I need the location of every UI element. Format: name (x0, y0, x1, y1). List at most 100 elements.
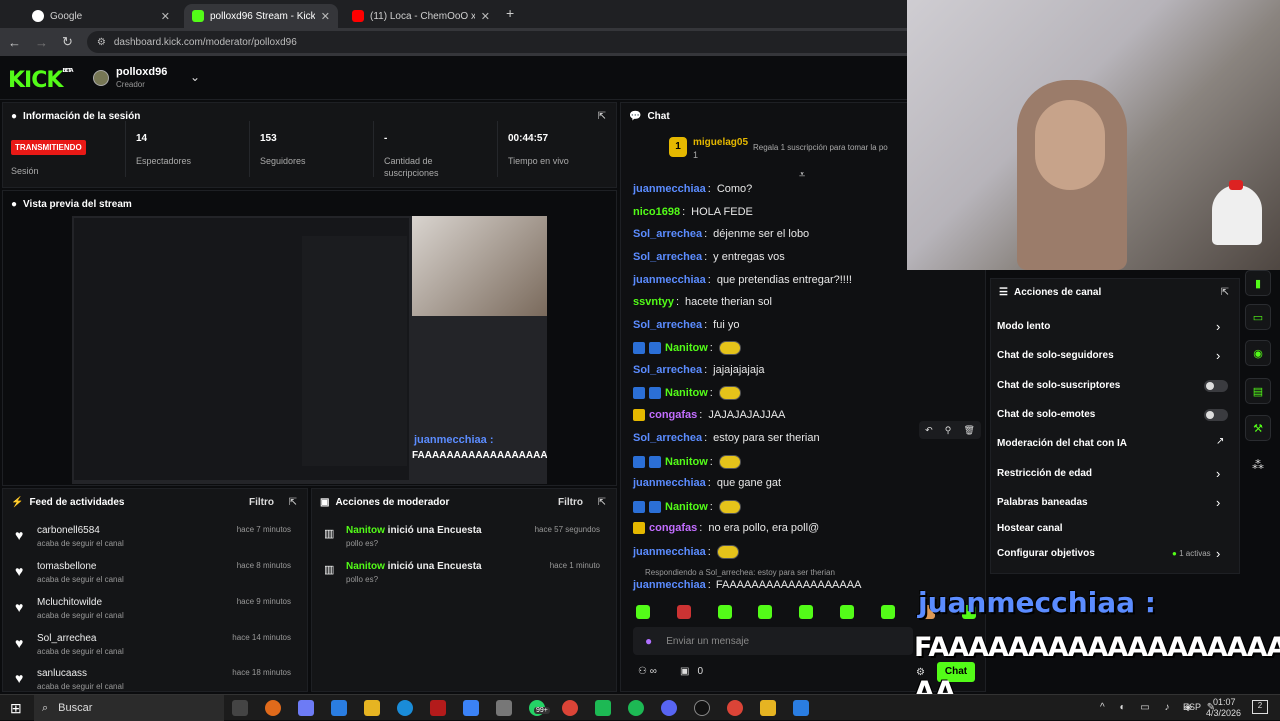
app-icon[interactable] (793, 700, 809, 716)
chat-username[interactable]: Sol_arrechea (633, 432, 702, 444)
chat-username[interactable]: juanmecchiaa (633, 274, 706, 286)
chat-side-icon[interactable]: ▭ (1245, 304, 1271, 330)
spotify-icon[interactable] (628, 700, 644, 716)
banned-words-item[interactable]: Palabras baneadas (997, 497, 1088, 508)
folder-icon[interactable] (364, 700, 380, 716)
chat-username[interactable]: Sol_arrechea (633, 251, 702, 263)
chat-username[interactable]: juanmecchiaa (633, 546, 706, 558)
popout-icon[interactable]: ⇱ (1221, 287, 1229, 298)
taskbar-search[interactable]: ⌕ Buscar (34, 695, 224, 721)
chevron-right-icon[interactable]: › (1216, 495, 1220, 510)
kick-logo[interactable]: KICKBETA (8, 68, 74, 93)
chat-username[interactable]: nico1698 (633, 206, 680, 218)
chat-username[interactable]: Sol_arrechea (633, 319, 702, 331)
add-widget-icon[interactable]: ⁂ (1252, 458, 1264, 472)
chevron-right-icon[interactable]: › (1216, 466, 1220, 481)
firefox-icon[interactable] (265, 700, 281, 716)
subs-only-toggle[interactable] (1204, 380, 1228, 392)
close-icon[interactable]: ✕ (481, 10, 490, 23)
mail-icon[interactable] (331, 700, 347, 716)
chevron-down-icon[interactable]: ⌄ (190, 70, 200, 84)
chat-username[interactable]: juanmecchiaa (633, 183, 706, 195)
popout-icon[interactable]: ⇱ (598, 111, 606, 122)
external-link-icon[interactable]: ↗ (1216, 436, 1224, 447)
windows-start-icon[interactable]: ⊞ (10, 700, 22, 717)
mic-icon[interactable]: ● (645, 634, 652, 648)
discord-icon[interactable] (661, 700, 677, 716)
points-icon[interactable]: ⚇ ∞ (638, 666, 657, 677)
gift-counter[interactable]: ▣ 0 (680, 666, 703, 677)
system-tray-icons[interactable]: ^ ◐ ▭ ♪ ◈ ✎ (1100, 702, 1221, 713)
popout-icon[interactable]: ⇱ (289, 497, 297, 508)
chat-username[interactable]: congafas (649, 409, 697, 421)
chat-username[interactable]: Sol_arrechea (633, 364, 702, 376)
followers-only-item[interactable]: Chat de solo-seguidores (997, 350, 1114, 361)
stream-preview-video[interactable]: juanmecchiaa : FAAAAAAAAAAAAAAAAAA (72, 216, 547, 484)
close-icon[interactable]: ✕ (161, 10, 170, 23)
task-view-icon[interactable] (232, 700, 248, 716)
notification-icon[interactable]: 2 (1252, 700, 1268, 714)
new-tab-button[interactable]: + (506, 5, 514, 21)
url-field[interactable]: ⚙ dashboard.kick.com/moderator/polloxd96 (86, 31, 927, 53)
wrench-icon[interactable]: ⚒ (1245, 415, 1271, 441)
chat-username[interactable]: Nanitow (665, 342, 708, 354)
edge-icon[interactable] (397, 700, 413, 716)
chat-username[interactable]: juanmecchiaa (633, 477, 706, 489)
chat-username[interactable]: Nanitow (665, 456, 708, 468)
chat-username[interactable]: ssvntyy (633, 296, 674, 308)
ai-moderation-item[interactable]: Moderación del chat con IA (997, 438, 1127, 449)
emote-icon[interactable] (880, 605, 895, 619)
tab-kick-dashboard[interactable]: polloxd96 Stream - Kick Dashbo✕ (184, 4, 338, 28)
chat-username[interactable]: Sol_arrechea (633, 228, 702, 240)
emote-icon[interactable] (636, 605, 650, 619)
chevron-right-icon[interactable]: › (1216, 319, 1220, 334)
back-icon[interactable]: ← (8, 35, 21, 50)
illustrator-icon[interactable] (430, 700, 446, 716)
chevron-right-icon[interactable]: › (1216, 546, 1220, 561)
emotes-only-toggle[interactable] (1204, 409, 1228, 421)
chrome-icon[interactable] (562, 700, 578, 716)
emote-icon[interactable] (676, 605, 691, 619)
slow-mode-item[interactable]: Modo lento (997, 321, 1050, 332)
emote-icon[interactable] (717, 605, 732, 619)
pin-icon[interactable]: ⚲ (945, 425, 952, 436)
copilot-icon[interactable] (298, 700, 314, 716)
clock-time[interactable]: 01:07 (1213, 697, 1236, 707)
pinned-user[interactable]: miguelag05 (693, 137, 748, 148)
chat-username[interactable]: congafas (649, 522, 697, 534)
reload-icon[interactable]: ↻ (62, 34, 73, 50)
channel-username[interactable]: polloxd96 (116, 66, 167, 78)
age-restriction-item[interactable]: Restricción de edad (997, 468, 1092, 479)
filter-button[interactable]: Filtro (558, 497, 583, 508)
popout-icon[interactable]: ⇱ (598, 497, 606, 508)
chat-input[interactable]: ● Enviar un mensaje (633, 627, 913, 655)
tab-youtube[interactable]: (11) Loca - ChemOoO x AlphaY✕ (344, 4, 498, 28)
emote-icon[interactable] (758, 605, 773, 619)
tab-google[interactable]: Google ✕ (24, 4, 178, 28)
goals-item[interactable]: Configurar objetivos (997, 548, 1095, 559)
broadcast-icon[interactable]: ◉ (1245, 340, 1271, 366)
avatar[interactable] (93, 70, 109, 86)
forward-icon[interactable]: → (35, 35, 48, 50)
chevron-right-icon[interactable]: › (1216, 348, 1220, 363)
collapse-icon[interactable]: ⩡ (799, 169, 805, 182)
close-icon[interactable]: ✕ (321, 10, 330, 23)
reply-icon[interactable]: ↶ (925, 425, 933, 436)
host-channel-item[interactable]: Hostear canal (997, 523, 1063, 534)
filter-button[interactable]: Filtro (249, 497, 274, 508)
store-icon[interactable] (463, 700, 479, 716)
emote-icon[interactable] (799, 605, 813, 619)
calculator-icon[interactable] (496, 700, 512, 716)
clock-date[interactable]: 4/3/2026 (1206, 708, 1241, 718)
obs-icon[interactable] (694, 700, 710, 716)
media-icon[interactable] (760, 700, 776, 716)
chrome-active-icon[interactable] (727, 700, 743, 716)
chat-username[interactable]: Nanitow (665, 387, 708, 399)
chat-username[interactable]: Nanitow (665, 501, 708, 513)
emote-icon[interactable] (839, 605, 854, 619)
grid-icon[interactable]: ▤ (1245, 378, 1271, 404)
feedly-icon[interactable] (595, 700, 611, 716)
delete-icon[interactable]: 🗑 (963, 425, 974, 436)
language-indicator[interactable]: ESP (1183, 702, 1201, 712)
side-panel-icon[interactable]: ▮ (1245, 270, 1271, 296)
